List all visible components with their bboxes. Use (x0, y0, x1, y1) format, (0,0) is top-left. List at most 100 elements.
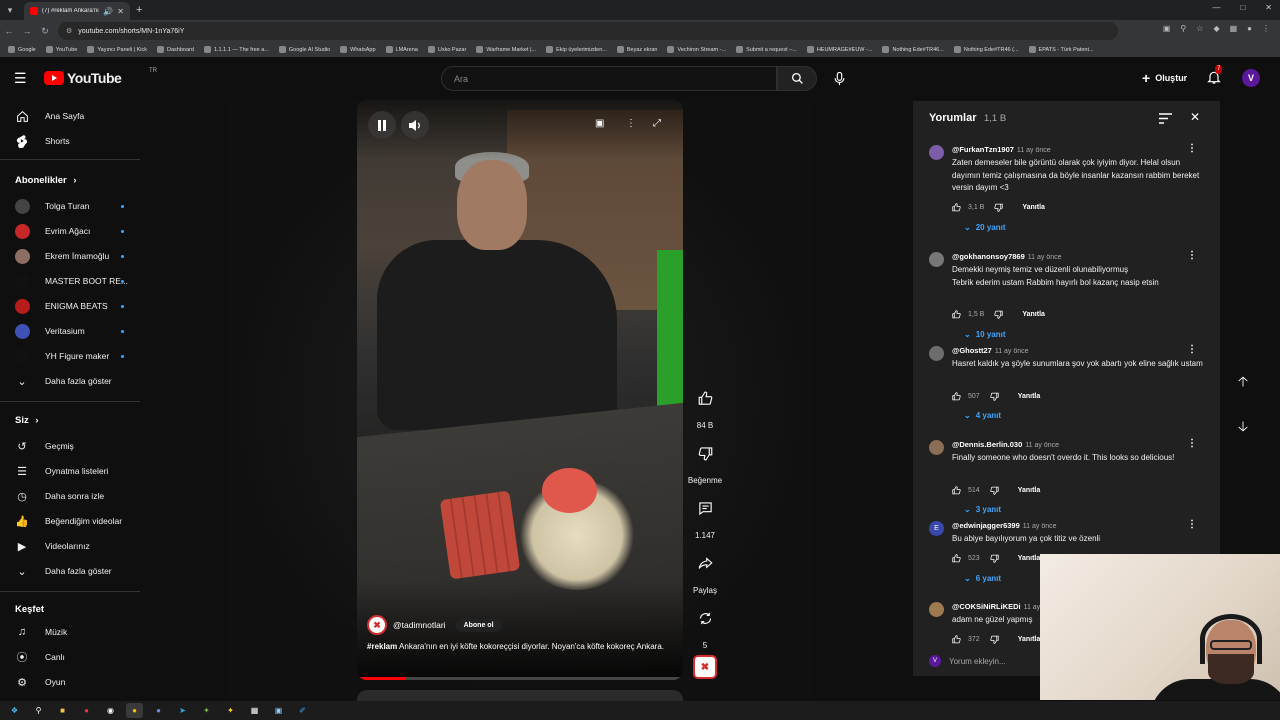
telegram-icon[interactable]: ➤ (174, 703, 191, 718)
view-replies-button[interactable]: ⌄ 3 yanıt (964, 505, 1001, 514)
sidebar-item-playlist[interactable]: ☰ Oynatma listeleri (0, 460, 140, 482)
add-comment-field[interactable]: V Yorum ekleyin... (929, 655, 1006, 667)
sort-comments-icon[interactable] (1159, 111, 1172, 129)
volume-button[interactable] (401, 111, 429, 139)
channel-name[interactable]: @tadimnotlari (393, 620, 446, 630)
dislike-button[interactable]: Beğenme (686, 436, 724, 485)
sidebar-item-live[interactable]: ⦿ Canlı (0, 646, 140, 668)
youtube-logo[interactable]: YouTube TR (44, 68, 157, 86)
comment-author[interactable]: @edwinjagger6399 11 ay önce (952, 521, 1057, 530)
comments-button[interactable]: 1.147 (686, 491, 724, 540)
bookmark-item[interactable]: Usko Pazar (427, 46, 466, 53)
forward-icon[interactable]: → (18, 26, 36, 36)
app-blue-icon[interactable]: ▣ (270, 703, 287, 718)
extensions-puzzle-icon[interactable]: ▦ (1230, 24, 1238, 33)
like-button[interactable]: 84 B (686, 381, 724, 430)
comment-author-avatar[interactable] (929, 602, 944, 617)
show-more-subscriptions[interactable]: ⌄ Daha fazla göster (0, 370, 140, 392)
comment-author[interactable]: @COKSiNiRLiKEDi 11 ay (952, 602, 1040, 611)
sidebar-item-video[interactable]: ▶ Videolarınız (0, 535, 140, 557)
new-tab-button[interactable]: + (136, 4, 142, 16)
back-icon[interactable]: ← (0, 26, 18, 36)
comment-like-icon[interactable] (952, 554, 962, 564)
comment-options-icon[interactable]: ⋮ (1187, 438, 1197, 449)
sidebar-subscription-item[interactable]: Evrim Ağacı (0, 220, 140, 242)
sidebar-item-history[interactable]: ↺ Geçmiş (0, 435, 140, 457)
bookmark-item[interactable]: 1.1.1.1 — The free a... (203, 46, 269, 53)
comment-reply-button[interactable]: Yanıtla (1018, 636, 1041, 643)
terminal-icon[interactable]: ▦ (246, 703, 263, 718)
zoom-icon[interactable]: ⚲ (1180, 24, 1186, 33)
view-replies-button[interactable]: ⌄ 4 yanıt (964, 411, 1001, 420)
audio-icon[interactable]: 🔊 (103, 7, 113, 16)
you-heading[interactable]: Siz › (15, 415, 39, 426)
url-field[interactable]: ⚙ youtube.com/shorts/MN-1nYa76iY (58, 22, 1118, 40)
comment-reply-button[interactable]: Yanıtla (1022, 311, 1045, 318)
comment-options-icon[interactable]: ⋮ (1187, 344, 1197, 355)
bookmark-item[interactable]: WhatsApp (340, 46, 376, 53)
comment-dislike-icon[interactable] (994, 310, 1004, 320)
voice-search-button[interactable] (827, 66, 852, 91)
comment-reply-button[interactable]: Yanıtla (1022, 204, 1045, 211)
subscriptions-heading[interactable]: Abonelikler › (15, 175, 77, 186)
share-button[interactable]: Paylaş (686, 546, 724, 595)
comment-like-icon[interactable] (952, 203, 962, 213)
short-video-player[interactable]: ▣ ⋮ ⤢ ✖ @tadimnotlari Abone ol #reklam A… (357, 100, 683, 680)
app-yellow-icon[interactable]: ✦ (222, 703, 239, 718)
channel-avatar[interactable]: ✖ (367, 615, 387, 635)
search-button[interactable] (777, 66, 817, 91)
bookmark-item[interactable]: Beyaz ekran (616, 46, 657, 53)
captions-icon[interactable]: ▣ (595, 118, 604, 129)
show-more-you[interactable]: ⌄ Daha fazla göster (0, 560, 140, 582)
comment-author[interactable]: @gokhanonsoy7869 11 ay önce (952, 252, 1062, 261)
comment-author-avatar[interactable] (929, 440, 944, 455)
hamburger-menu-icon[interactable]: ☰ (14, 70, 30, 86)
subscribe-button[interactable]: Abone ol (455, 618, 502, 632)
video-progress-bar[interactable] (357, 677, 683, 680)
sidebar-subscription-item[interactable]: YH Figure maker (0, 345, 140, 367)
fullscreen-icon[interactable]: ⤢ (653, 118, 661, 129)
bookmark-star-icon[interactable]: ☆ (1196, 24, 1203, 33)
bookmark-item[interactable]: Google AI Studio (278, 46, 330, 53)
comment-like-icon[interactable] (952, 635, 962, 645)
bookmark-item[interactable]: LMArena (385, 46, 418, 53)
app-pen-icon[interactable]: ✐ (294, 703, 311, 718)
chrome-icon[interactable]: ● (126, 703, 143, 718)
close-window-icon[interactable]: ✕ (1265, 3, 1272, 12)
browser-tab[interactable]: (7) #reklam Ankara'nın en i... 🔊 ✕ (24, 2, 130, 20)
view-replies-button[interactable]: ⌄ 10 yanıt (964, 330, 1006, 339)
next-short-arrow-icon[interactable]: 🡣 (1238, 416, 1248, 440)
maximize-icon[interactable]: □ (1240, 3, 1245, 12)
app-red-icon[interactable]: ● (78, 703, 95, 718)
close-comments-icon[interactable]: ✕ (1190, 110, 1200, 124)
sidebar-item-gaming[interactable]: ⚙ Oyun (0, 671, 140, 693)
install-icon[interactable]: ▣ (1163, 24, 1171, 33)
comment-author-avatar[interactable] (929, 346, 944, 361)
app-green-icon[interactable]: ✦ (198, 703, 215, 718)
create-button[interactable]: + Oluştur (1134, 67, 1195, 89)
comment-like-icon[interactable] (952, 485, 962, 495)
account-avatar[interactable]: V (1242, 69, 1260, 87)
tab-search-icon[interactable]: ▾ (0, 0, 20, 20)
caption-hashtag[interactable]: #reklam (367, 642, 397, 651)
sidebar-item-music[interactable]: ♫ Müzik (0, 621, 140, 643)
next-short-preview[interactable] (357, 690, 683, 701)
comment-dislike-icon[interactable] (990, 554, 1000, 564)
sidebar-item-home[interactable]: Ana Sayfa (0, 105, 140, 127)
minimize-icon[interactable]: — (1212, 3, 1220, 12)
sidebar-item-shorts[interactable]: Shorts (0, 130, 140, 152)
bookmark-item[interactable]: Submit a request –... (736, 46, 797, 53)
comment-options-icon[interactable]: ⋮ (1187, 250, 1197, 261)
comment-author-avatar[interactable] (929, 252, 944, 267)
comment-reply-button[interactable]: Yanıtla (1018, 393, 1041, 400)
comment-dislike-icon[interactable] (994, 203, 1004, 213)
bookmark-item[interactable]: Ekip üyelerimizden... (546, 46, 607, 53)
comment-author[interactable]: @Ghostt27 11 ay önce (952, 346, 1029, 355)
comment-dislike-icon[interactable] (990, 635, 1000, 645)
comment-like-icon[interactable] (952, 310, 962, 320)
bookmark-item[interactable]: Google (8, 46, 36, 53)
sidebar-subscription-item[interactable]: Tolga Turan (0, 195, 140, 217)
extension-icon[interactable]: ◆ (1213, 24, 1219, 33)
bookmark-item[interactable]: HEUMRAGE#EUW -... (806, 46, 872, 53)
comment-author[interactable]: @Dennis.Berlin.030 11 ay önce (952, 440, 1059, 449)
